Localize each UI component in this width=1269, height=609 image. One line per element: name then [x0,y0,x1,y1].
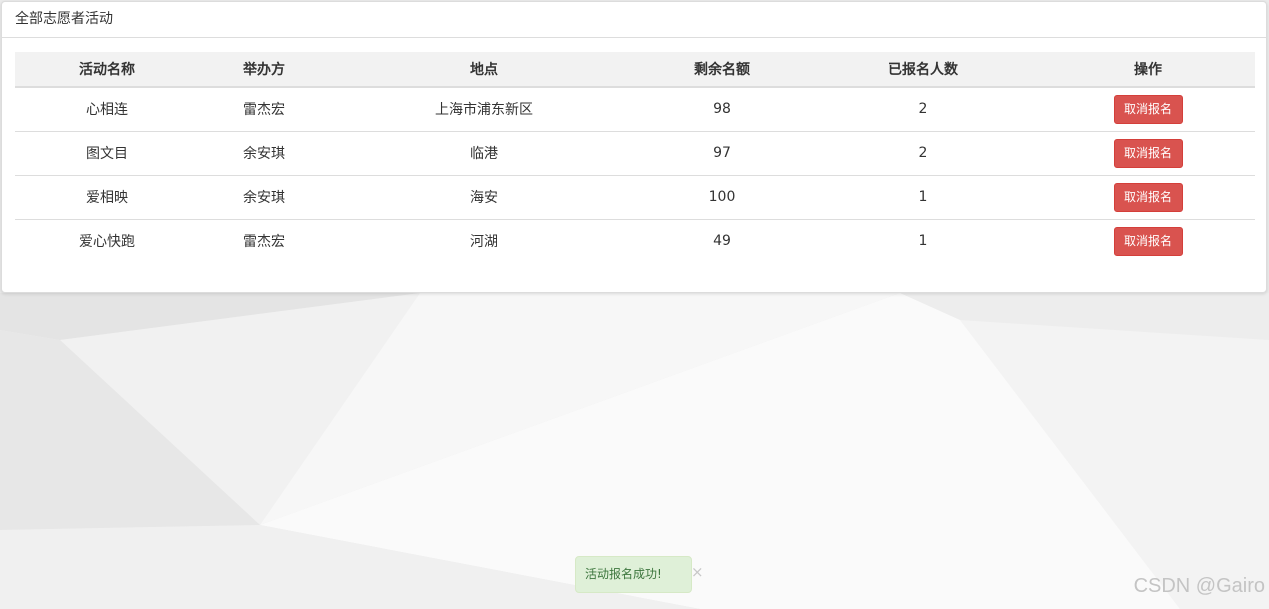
col-header-action: 操作 [1041,52,1255,88]
cell-activity-name: 心相连 [86,102,128,119]
cancel-enrollment-button[interactable]: 取消报名 [1113,94,1183,124]
cell-activity-name: 图文目 [15,130,199,175]
close-icon[interactable]: × [691,563,704,581]
col-header-enrolled: 已报名人数 [805,52,1041,88]
activities-table: 活动名称 举办方 地点 剩余名额 已报名人数 操作 心相连 雷杰宏 上海市浦东新… [15,52,1255,263]
cell-location: 临港 [329,130,639,175]
cell-enrolled: 1 [805,174,1041,219]
cell-remaining: 97 [639,130,805,175]
cell-host: 雷杰宏 [243,102,285,119]
table-row: 爱心快跑 雷杰宏 河湖 49 1 取消报名 [15,218,1255,263]
cell-activity-name: 爱心快跑 [15,218,199,263]
cell-enrolled: 2 [805,130,1041,175]
cell-action: 取消报名 [1041,174,1255,219]
cell-location: 上海市浦东新区 [435,102,533,119]
cancel-enrollment-button[interactable]: 取消报名 [1113,182,1183,212]
cell-host: 余安琪 [199,130,329,175]
cell-location: 河湖 [329,218,639,263]
cell-activity-name: 爱相映 [15,174,199,219]
cell-host: 余安琪 [199,174,329,219]
table-header-row: 活动名称 举办方 地点 剩余名额 已报名人数 操作 [15,52,1255,88]
cell-action: 取消报名 [1041,87,1255,131]
success-toast: 活动报名成功! [575,556,692,593]
cell-enrolled: 1 [805,218,1041,263]
col-header-remaining: 剩余名额 [639,52,805,88]
cell-remaining: 100 [639,174,805,219]
cancel-enrollment-button[interactable]: 取消报名 [1113,138,1183,168]
cell-remaining: 49 [639,218,805,263]
cell-location: 海安 [329,174,639,219]
activities-table-wrapper: 活动名称 举办方 地点 剩余名额 已报名人数 操作 心相连 雷杰宏 上海市浦东新… [15,52,1255,263]
cell-host: 雷杰宏 [199,218,329,263]
col-header-name: 活动名称 [15,52,199,88]
cell-action: 取消报名 [1041,130,1255,175]
activities-panel: 全部志愿者活动 活动名称 举办方 地点 剩余名额 已报名人数 操作 心相连 雷杰… [1,1,1267,293]
cell-action: 取消报名 [1041,218,1255,263]
col-header-location: 地点 [329,52,639,88]
table-row: 心相连 雷杰宏 上海市浦东新区 98 2 取消报名 [15,87,1255,131]
cancel-enrollment-button[interactable]: 取消报名 [1113,226,1183,256]
cell-remaining: 98 [713,101,731,118]
table-row: 图文目 余安琪 临港 97 2 取消报名 [15,130,1255,175]
watermark: CSDN @Gairo [1133,575,1265,597]
col-header-host: 举办方 [199,52,329,88]
table-row: 爱相映 余安琪 海安 100 1 取消报名 [15,174,1255,219]
toast-message: 活动报名成功! [585,567,662,581]
panel-title: 全部志愿者活动 [2,2,1266,38]
cell-enrolled: 2 [918,101,928,118]
